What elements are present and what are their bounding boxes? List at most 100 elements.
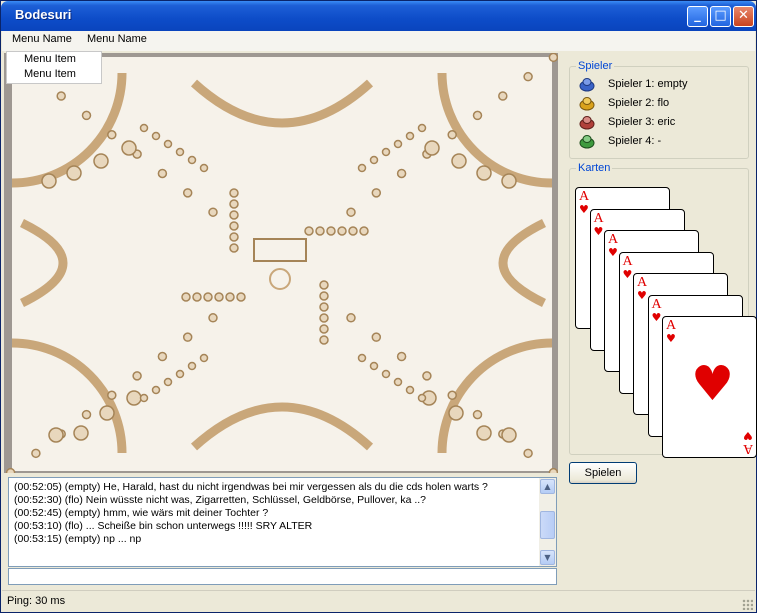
board-hole [157,351,168,362]
chat-input[interactable] [8,568,557,585]
board-hole [229,221,239,231]
pawn-icon [579,97,595,111]
board-hole [175,369,185,379]
cards-group: Karten A ♥ A ♥ A ♥ A ♥ A ♥ A ♥ A ♥ ♥ A ♥ [569,162,757,458]
board-hole [139,393,149,403]
board-hole [199,163,209,173]
heart-icon: ♥ [666,332,676,345]
heart-icon: ♥ [691,356,735,412]
heart-icon: ♥ [651,310,662,324]
board-hole [417,123,427,133]
board-hole [319,313,329,323]
board-hole [381,147,391,157]
board-hole [151,385,161,395]
board-hole [163,377,173,387]
board-hole [182,188,193,198]
board-hole [396,351,407,362]
play-button[interactable]: Spielen [569,462,637,484]
player-name: Spieler 3: eric [608,116,676,128]
board-hole [121,140,137,156]
board-hole [548,53,558,63]
board-hole [357,163,367,173]
board-hole [472,110,483,121]
scroll-down-icon[interactable]: ▼ [540,550,555,565]
board-hole [126,390,142,406]
board-hole [319,302,329,312]
board-hole [48,427,64,443]
chat-lines: (00:52:05) (empty) He, Harald, hast du n… [14,481,488,546]
board-hole [451,153,467,169]
board-hole [359,226,369,236]
game-board[interactable] [4,53,558,473]
board-hole [523,71,533,82]
board-hole [315,226,325,236]
scroll-up-icon[interactable]: ▲ [540,479,555,494]
board-hole [319,324,329,334]
dropdown-item-1[interactable]: Menu Item [7,52,101,67]
board-hole [357,353,367,363]
board-hole [5,467,16,473]
card-rank: A [622,253,633,269]
board-hole [225,292,235,302]
title-bar[interactable]: Bodesuri _ □ ✕ [1,1,756,31]
board-hole [99,405,115,421]
board-hole [229,210,239,220]
scroll-thumb[interactable] [540,511,555,539]
chat-line: (00:52:45) (empty) hmm, wie wärs mit dei… [14,507,269,519]
heart-icon: ♥ [637,289,647,302]
chat-log[interactable]: (00:52:05) (empty) He, Harald, hast du n… [8,477,557,567]
board-hole [369,361,379,371]
chat-line: (00:53:10) (flo) ... Scheiße bin schon u… [14,520,313,532]
board-hole [371,332,382,342]
board-hole [396,168,407,179]
board-hole [236,292,246,302]
player-name: Spieler 1: empty [608,78,688,90]
players-group: Spieler Spieler 1: empty Spieler 2: flo … [569,60,749,159]
board-hole [139,123,149,133]
player-name: Spieler 4: - [608,135,662,147]
board-hole [208,313,218,323]
board-hole [107,130,117,140]
heart-icon: ♥ [579,203,589,216]
heart-icon: ♥ [593,224,604,238]
board-hole [41,173,57,189]
board-hole [424,140,440,156]
board-hole [523,448,533,459]
chat-line: (00:53:15) (empty) np ... np [14,533,142,545]
card-rank: A [593,210,604,226]
card-rank: A [637,275,648,290]
board-hole [157,168,168,179]
menu-1[interactable]: Menu Name [12,33,72,45]
board-hole [337,226,347,236]
dropdown-item-2[interactable]: Menu Item [7,67,101,82]
cards-label: Karten [576,162,613,174]
chat-line: (00:52:05) (empty) He, Harald, hast du n… [14,481,488,493]
maximize-icon[interactable]: □ [710,6,731,27]
chat-scrollbar[interactable]: ▲ ▼ [539,478,556,566]
board-hole [319,335,329,345]
board-hole [81,409,92,420]
board-hole [371,188,382,198]
board-hole [56,91,66,101]
menu-bar: Menu Name Menu Name [2,31,755,51]
board-hole [192,292,202,302]
board-hole [31,448,41,459]
resize-grip[interactable] [742,599,753,610]
board-hole [348,226,358,236]
board-hole [229,188,239,198]
board-hole [66,165,82,181]
board-hole [229,243,239,253]
board-hole [93,153,109,169]
menu-2[interactable]: Menu Name [87,33,147,45]
minimize-icon[interactable]: _ [687,6,708,27]
close-icon[interactable]: ✕ [733,6,754,27]
board-hole [187,361,197,371]
board-hole [229,199,239,209]
board-hole [498,91,508,101]
board-hole [369,155,379,165]
board-hole [447,390,457,400]
board-hole [107,390,117,400]
pawn-icon [579,78,595,92]
board-hole [501,427,517,443]
playing-card[interactable]: A ♥ ♥ A ♥ [662,316,757,458]
